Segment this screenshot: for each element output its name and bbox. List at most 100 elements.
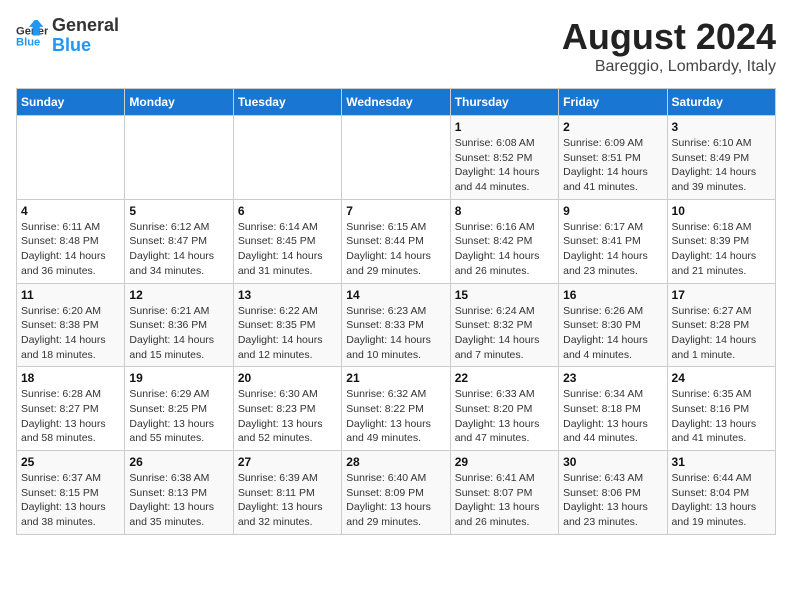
cell-info: Sunrise: 6:29 AM Sunset: 8:25 PM Dayligh… [129, 387, 228, 446]
cell-info: Sunrise: 6:12 AM Sunset: 8:47 PM Dayligh… [129, 220, 228, 279]
calendar-cell: 4 Sunrise: 6:11 AM Sunset: 8:48 PM Daylig… [17, 199, 125, 283]
cell-info: Sunrise: 6:39 AM Sunset: 8:11 PM Dayligh… [238, 471, 337, 530]
logo-icon: General Blue [16, 20, 48, 52]
calendar-cell: 22 Sunrise: 6:33 AM Sunset: 8:20 PM Dayli… [450, 367, 558, 451]
cell-info: Sunrise: 6:11 AM Sunset: 8:48 PM Dayligh… [21, 220, 120, 279]
calendar-cell: 21Sunrise: 6:32 AM Sunset: 8:22 PM Dayli… [342, 367, 450, 451]
cell-date: 7 [346, 204, 445, 218]
header-day-wednesday: Wednesday [342, 89, 450, 116]
cell-info: Sunrise: 6:28 AM Sunset: 8:27 PM Dayligh… [21, 387, 120, 446]
calendar-cell: 13 Sunrise: 6:22 AM Sunset: 8:35 PM Dayli… [233, 283, 341, 367]
calendar-subtitle: Bareggio, Lombardy, Italy [562, 58, 776, 76]
logo-blue: Blue [52, 36, 119, 56]
cell-info: Sunrise: 6:37 AM Sunset: 8:15 PM Dayligh… [21, 471, 120, 530]
calendar-cell: 10Sunrise: 6:18 AM Sunset: 8:39 PM Dayli… [667, 199, 775, 283]
calendar-cell [17, 116, 125, 200]
calendar-cell: 1 Sunrise: 6:08 AM Sunset: 8:52 PM Daylig… [450, 116, 558, 200]
week-row-5: 25 Sunrise: 6:37 AM Sunset: 8:15 PM Dayli… [17, 451, 776, 535]
cell-info: Sunrise: 6:33 AM Sunset: 8:20 PM Dayligh… [455, 387, 554, 446]
cell-date: 2 [563, 120, 662, 134]
header-day-sunday: Sunday [17, 89, 125, 116]
cell-date: 10 [672, 204, 771, 218]
calendar-table: SundayMondayTuesdayWednesdayThursdayFrid… [16, 88, 776, 535]
cell-date: 28 [346, 455, 445, 469]
cell-date: 1 [455, 120, 554, 134]
header-row: SundayMondayTuesdayWednesdayThursdayFrid… [17, 89, 776, 116]
calendar-cell: 5 Sunrise: 6:12 AM Sunset: 8:47 PM Daylig… [125, 199, 233, 283]
cell-date: 11 [21, 288, 120, 302]
cell-info: Sunrise: 6:14 AM Sunset: 8:45 PM Dayligh… [238, 220, 337, 279]
calendar-cell: 27 Sunrise: 6:39 AM Sunset: 8:11 PM Dayli… [233, 451, 341, 535]
cell-info: Sunrise: 6:43 AM Sunset: 8:06 PM Dayligh… [563, 471, 662, 530]
cell-date: 4 [21, 204, 120, 218]
calendar-body: 1 Sunrise: 6:08 AM Sunset: 8:52 PM Daylig… [17, 116, 776, 535]
cell-date: 5 [129, 204, 228, 218]
week-row-2: 4 Sunrise: 6:11 AM Sunset: 8:48 PM Daylig… [17, 199, 776, 283]
calendar-cell: 7Sunrise: 6:15 AM Sunset: 8:44 PM Daylig… [342, 199, 450, 283]
cell-info: Sunrise: 6:22 AM Sunset: 8:35 PM Dayligh… [238, 304, 337, 363]
calendar-cell: 28 Sunrise: 6:40 AM Sunset: 8:09 PM Dayli… [342, 451, 450, 535]
cell-info: Sunrise: 6:16 AM Sunset: 8:42 PM Dayligh… [455, 220, 554, 279]
week-row-3: 11 Sunrise: 6:20 AM Sunset: 8:38 PM Dayli… [17, 283, 776, 367]
header-day-monday: Monday [125, 89, 233, 116]
calendar-cell: 14 Sunrise: 6:23 AM Sunset: 8:33 PM Dayli… [342, 283, 450, 367]
cell-date: 27 [238, 455, 337, 469]
calendar-cell: 19 Sunrise: 6:29 AM Sunset: 8:25 PM Dayli… [125, 367, 233, 451]
cell-info: Sunrise: 6:34 AM Sunset: 8:18 PM Dayligh… [563, 387, 662, 446]
header-day-thursday: Thursday [450, 89, 558, 116]
cell-info: Sunrise: 6:24 AM Sunset: 8:32 PM Dayligh… [455, 304, 554, 363]
cell-date: 14 [346, 288, 445, 302]
cell-info: Sunrise: 6:17 AM Sunset: 8:41 PM Dayligh… [563, 220, 662, 279]
calendar-cell: 24Sunrise: 6:35 AM Sunset: 8:16 PM Dayli… [667, 367, 775, 451]
calendar-cell: 9 Sunrise: 6:17 AM Sunset: 8:41 PM Daylig… [559, 199, 667, 283]
calendar-cell: 30 Sunrise: 6:43 AM Sunset: 8:06 PM Dayli… [559, 451, 667, 535]
cell-date: 29 [455, 455, 554, 469]
svg-text:General: General [16, 25, 48, 37]
cell-date: 12 [129, 288, 228, 302]
cell-date: 23 [563, 371, 662, 385]
cell-date: 20 [238, 371, 337, 385]
cell-date: 3 [672, 120, 771, 134]
cell-info: Sunrise: 6:27 AM Sunset: 8:28 PM Dayligh… [672, 304, 771, 363]
cell-date: 22 [455, 371, 554, 385]
cell-info: Sunrise: 6:26 AM Sunset: 8:30 PM Dayligh… [563, 304, 662, 363]
cell-info: Sunrise: 6:41 AM Sunset: 8:07 PM Dayligh… [455, 471, 554, 530]
calendar-cell [233, 116, 341, 200]
week-row-1: 1 Sunrise: 6:08 AM Sunset: 8:52 PM Daylig… [17, 116, 776, 200]
calendar-cell: 25 Sunrise: 6:37 AM Sunset: 8:15 PM Dayli… [17, 451, 125, 535]
calendar-cell [125, 116, 233, 200]
cell-info: Sunrise: 6:08 AM Sunset: 8:52 PM Dayligh… [455, 136, 554, 195]
header-day-friday: Friday [559, 89, 667, 116]
calendar-cell: 26Sunrise: 6:38 AM Sunset: 8:13 PM Dayli… [125, 451, 233, 535]
cell-date: 13 [238, 288, 337, 302]
cell-date: 9 [563, 204, 662, 218]
cell-date: 26 [129, 455, 228, 469]
cell-info: Sunrise: 6:21 AM Sunset: 8:36 PM Dayligh… [129, 304, 228, 363]
cell-date: 6 [238, 204, 337, 218]
logo: General Blue General Blue [16, 16, 119, 56]
cell-date: 25 [21, 455, 120, 469]
calendar-cell: 12 Sunrise: 6:21 AM Sunset: 8:36 PM Dayli… [125, 283, 233, 367]
cell-info: Sunrise: 6:10 AM Sunset: 8:49 PM Dayligh… [672, 136, 771, 195]
logo-text: General Blue [52, 16, 119, 56]
calendar-cell: 23 Sunrise: 6:34 AM Sunset: 8:18 PM Dayli… [559, 367, 667, 451]
cell-date: 30 [563, 455, 662, 469]
cell-info: Sunrise: 6:23 AM Sunset: 8:33 PM Dayligh… [346, 304, 445, 363]
cell-info: Sunrise: 6:40 AM Sunset: 8:09 PM Dayligh… [346, 471, 445, 530]
cell-date: 19 [129, 371, 228, 385]
calendar-cell: 18 Sunrise: 6:28 AM Sunset: 8:27 PM Dayli… [17, 367, 125, 451]
header-day-saturday: Saturday [667, 89, 775, 116]
calendar-cell: 31Sunrise: 6:44 AM Sunset: 8:04 PM Dayli… [667, 451, 775, 535]
cell-date: 8 [455, 204, 554, 218]
calendar-cell: 15Sunrise: 6:24 AM Sunset: 8:32 PM Dayli… [450, 283, 558, 367]
calendar-header: SundayMondayTuesdayWednesdayThursdayFrid… [17, 89, 776, 116]
cell-date: 17 [672, 288, 771, 302]
cell-date: 16 [563, 288, 662, 302]
title-area: August 2024 Bareggio, Lombardy, Italy [562, 16, 776, 76]
cell-info: Sunrise: 6:20 AM Sunset: 8:38 PM Dayligh… [21, 304, 120, 363]
logo-general: General [52, 16, 119, 36]
calendar-title: August 2024 [562, 16, 776, 58]
cell-info: Sunrise: 6:30 AM Sunset: 8:23 PM Dayligh… [238, 387, 337, 446]
calendar-cell: 6 Sunrise: 6:14 AM Sunset: 8:45 PM Daylig… [233, 199, 341, 283]
cell-date: 18 [21, 371, 120, 385]
